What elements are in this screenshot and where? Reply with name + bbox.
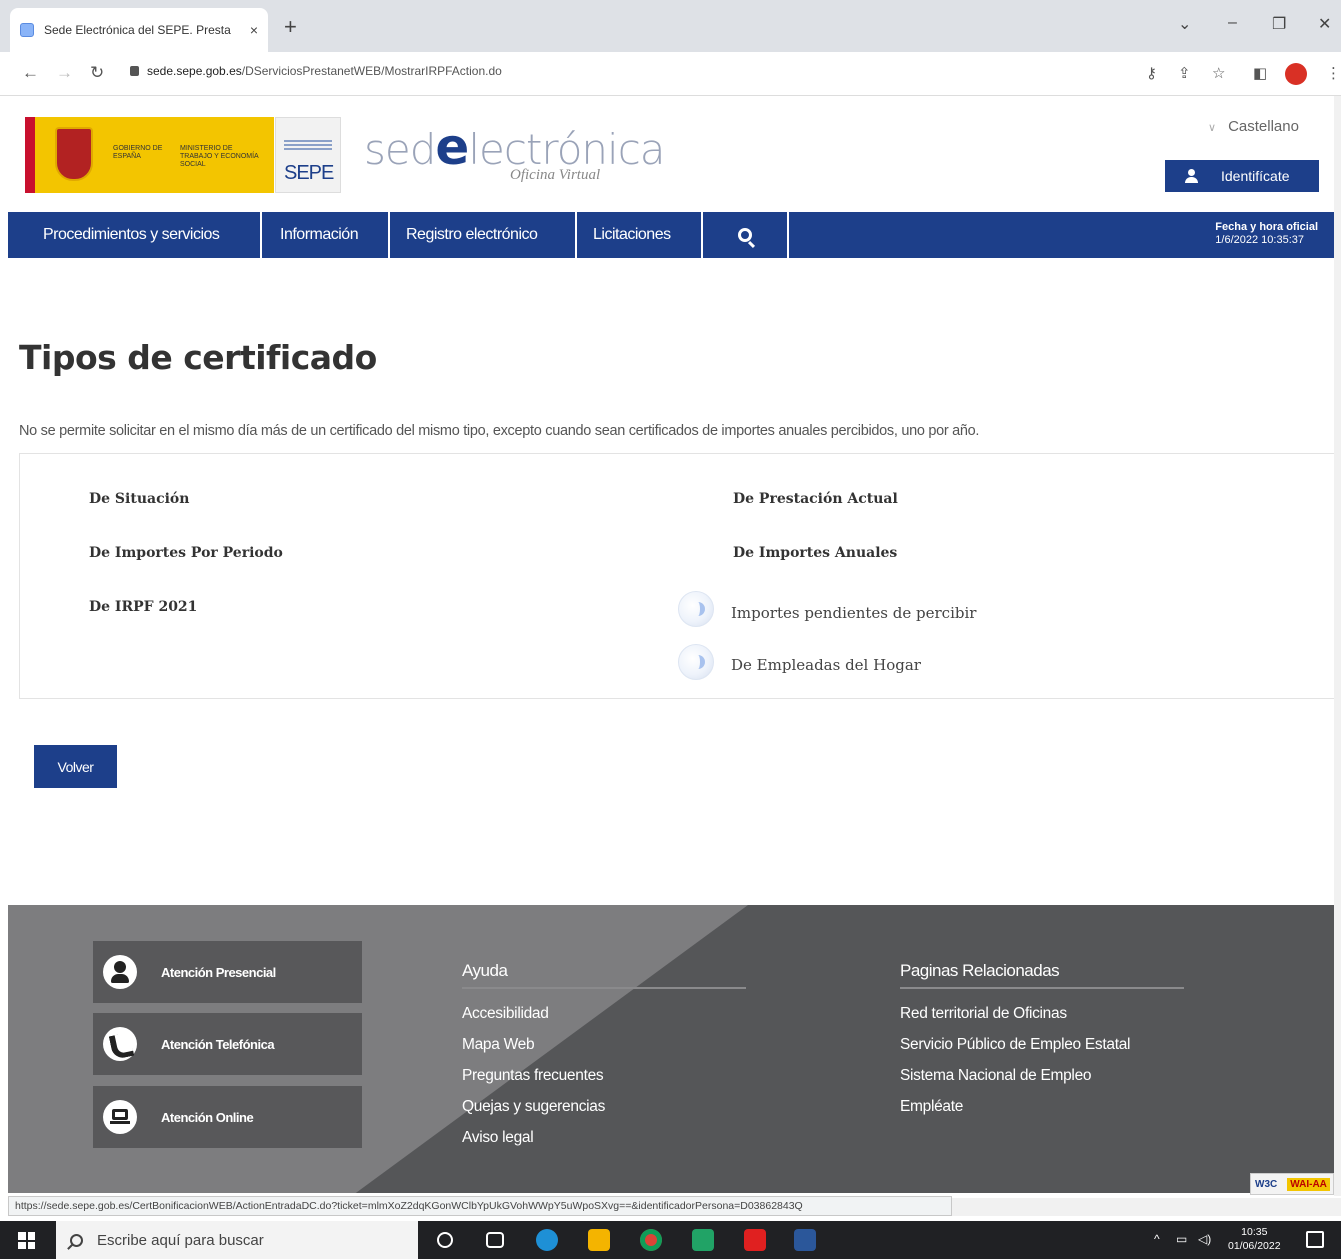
footer: Atención Presencial Atención Telefónica …	[8, 905, 1341, 1193]
oficina-virtual-text: Oficina Virtual	[510, 167, 601, 183]
search-icon	[70, 1233, 83, 1247]
tray-chevron-icon[interactable]: ^	[1154, 1232, 1160, 1246]
vertical-scrollbar[interactable]	[1334, 96, 1341, 1196]
page-title: Tipos de certificado	[19, 338, 377, 377]
laptop-icon	[103, 1100, 137, 1134]
identificate-button[interactable]: Identifícate	[1165, 160, 1319, 192]
reload-icon[interactable]: ↻	[90, 63, 104, 83]
cert-importes-periodo-link[interactable]: De Importes Por Periodo	[89, 545, 283, 561]
browser-tab-bar: Sede Electrónica del SEPE. Presta × + ⌄ …	[0, 0, 1341, 52]
atencion-presencial-button[interactable]: Atención Presencial	[93, 941, 362, 1003]
main-nav: Procedimientos y servicios Información R…	[8, 212, 1334, 258]
share-icon[interactable]: ⇪	[1178, 64, 1191, 82]
restore-icon[interactable]: ❐	[1272, 14, 1286, 34]
arrow-right-icon	[678, 591, 714, 627]
volume-icon[interactable]: ◁)	[1198, 1232, 1211, 1246]
menu-dots-icon[interactable]: ⋮	[1326, 64, 1341, 82]
nav-informacion[interactable]: Información	[262, 212, 390, 258]
user-icon	[1185, 169, 1198, 183]
link-mapa-web[interactable]: Mapa Web	[462, 1036, 535, 1054]
windows-start-icon[interactable]	[18, 1232, 35, 1249]
browser-tab[interactable]: Sede Electrónica del SEPE. Presta ×	[10, 8, 268, 52]
link-accesibilidad[interactable]: Accesibilidad	[462, 1005, 549, 1023]
link-sistema-nacional-empleo[interactable]: Sistema Nacional de Empleo	[900, 1067, 1092, 1085]
arrow-right-icon	[678, 644, 714, 680]
gobierno-logo[interactable]: GOBIERNO DE ESPAÑA MINISTERIO DE TRABAJO…	[25, 117, 274, 193]
link-empleate[interactable]: Empléate	[900, 1098, 963, 1116]
system-clock[interactable]: 10:35 01/06/2022	[1228, 1225, 1281, 1253]
nav-procedimientos[interactable]: Procedimientos y servicios	[8, 212, 262, 258]
minimize-icon[interactable]: –	[1228, 14, 1237, 32]
cert-irpf-link[interactable]: De IRPF 2021	[89, 599, 197, 615]
cert-empleadas-hogar-link[interactable]: De Empleadas del Hogar	[731, 656, 921, 674]
tab-title: Sede Electrónica del SEPE. Presta	[44, 23, 231, 37]
nav-registro[interactable]: Registro electrónico	[390, 212, 577, 258]
cert-importes-pendientes-link[interactable]: Importes pendientes de percibir	[731, 604, 976, 622]
acrobat-icon[interactable]	[744, 1229, 766, 1251]
person-icon	[103, 955, 137, 989]
site-favicon-icon	[20, 23, 34, 37]
volver-button[interactable]: Volver	[34, 745, 117, 788]
ministry-text: MINISTERIO DE TRABAJO Y ECONOMÍA SOCIAL	[180, 145, 259, 168]
word-icon[interactable]	[794, 1229, 816, 1251]
new-tab-button[interactable]: +	[284, 14, 297, 40]
gov-text: GOBIERNO DE ESPAÑA	[113, 145, 163, 160]
sepe-logo[interactable]: SEPE	[275, 117, 341, 193]
sepe-logo-text: SEPE	[284, 162, 334, 184]
network-icon[interactable]: ▭	[1176, 1232, 1187, 1246]
link-preguntas-frecuentes[interactable]: Preguntas frecuentes	[462, 1067, 604, 1085]
related-pages-heading: Paginas Relacionadas	[900, 961, 1184, 989]
sidepanel-icon[interactable]: ◧	[1253, 64, 1267, 82]
chevron-down-icon: ∨	[1208, 122, 1217, 134]
windows-taskbar: Escribe aquí para buscar ^ ▭ ◁) 10:35 01…	[0, 1221, 1341, 1259]
task-view-icon[interactable]	[486, 1232, 504, 1248]
cert-importes-anuales-link[interactable]: De Importes Anuales	[733, 545, 897, 561]
atencion-online-button[interactable]: Atención Online	[93, 1086, 362, 1148]
link-sepe-estatal[interactable]: Servicio Público de Empleo Estatal	[900, 1036, 1130, 1054]
flag-stripe	[25, 117, 35, 193]
atencion-telefonica-button[interactable]: Atención Telefónica	[93, 1013, 362, 1075]
certificate-panel	[19, 453, 1335, 699]
notice-text: No se permite solicitar en el mismo día …	[19, 423, 980, 439]
wai-aa-badge[interactable]: W3C WAI-AA	[1250, 1173, 1334, 1195]
official-datetime: Fecha y hora oficial 1/6/2022 10:35:37	[1215, 221, 1318, 246]
back-icon[interactable]: ←	[22, 63, 39, 83]
cortana-icon[interactable]	[437, 1232, 453, 1248]
ayuda-heading: Ayuda	[462, 961, 746, 989]
key-icon[interactable]: ⚷	[1146, 64, 1157, 82]
horizontal-scrollbar[interactable]	[952, 1198, 1341, 1216]
cert-prestacion-actual-link[interactable]: De Prestación Actual	[733, 491, 898, 507]
language-selector[interactable]: ∨ Castellano	[1208, 118, 1299, 135]
nav-search-button[interactable]	[703, 212, 789, 258]
phone-icon	[103, 1027, 137, 1061]
tab-search-icon[interactable]: ⌄	[1178, 14, 1191, 34]
bookmark-star-icon[interactable]: ☆	[1212, 64, 1225, 82]
profile-avatar[interactable]	[1285, 63, 1307, 85]
file-explorer-icon[interactable]	[588, 1229, 610, 1251]
edge-icon[interactable]	[536, 1229, 558, 1251]
coat-of-arms-icon	[55, 127, 93, 181]
cert-situacion-link[interactable]: De Situación	[89, 491, 189, 507]
status-url: https://sede.sepe.gob.es/CertBonificacio…	[8, 1196, 952, 1216]
forward-icon[interactable]: →	[56, 63, 73, 83]
link-aviso-legal[interactable]: Aviso legal	[462, 1129, 534, 1147]
link-red-territorial[interactable]: Red territorial de Oficinas	[900, 1005, 1067, 1023]
address-bar: ← → ↻ sede.sepe.gob.es/DServiciosPrestan…	[0, 52, 1341, 96]
nav-licitaciones[interactable]: Licitaciones	[577, 212, 703, 258]
sepe-logo-lines	[284, 138, 332, 150]
tab-close-icon[interactable]: ×	[250, 22, 258, 38]
notification-icon[interactable]	[1306, 1231, 1324, 1248]
excel-icon[interactable]	[692, 1229, 714, 1251]
chrome-icon[interactable]	[640, 1229, 662, 1251]
taskbar-search-input[interactable]: Escribe aquí para buscar	[56, 1221, 418, 1259]
link-quejas-sugerencias[interactable]: Quejas y sugerencias	[462, 1098, 605, 1116]
close-window-icon[interactable]: ✕	[1318, 14, 1331, 34]
lock-icon	[130, 66, 139, 76]
search-icon	[738, 228, 752, 242]
url-field[interactable]: sede.sepe.gob.es/DServiciosPrestanetWEB/…	[130, 64, 502, 78]
